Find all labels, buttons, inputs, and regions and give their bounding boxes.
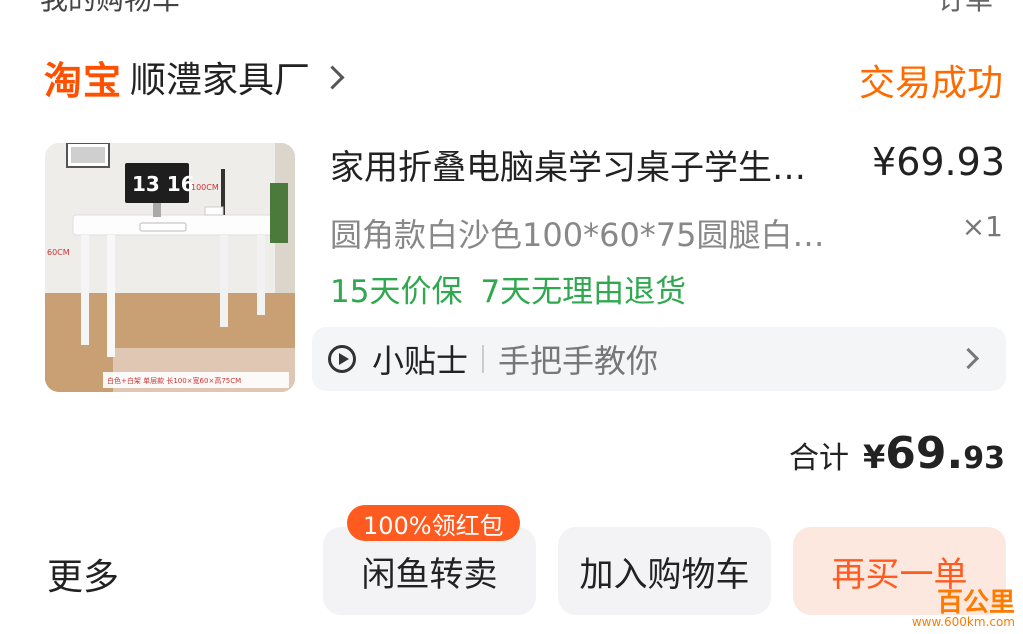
shop-name[interactable]: 顺澧家具厂: [130, 51, 310, 103]
total-decimal: 93: [963, 441, 1005, 476]
desk-illustration: 13 16 100CM 60CM 白色+白架 单层款 长100×宽60×高75C…: [45, 143, 295, 392]
watermark-url: www.600km.com: [911, 615, 1015, 629]
total-label: 合计: [789, 441, 850, 476]
thumb-clock: 13 16: [132, 172, 195, 196]
product-quantity: ×1: [961, 210, 1003, 243]
red-packet-badge: 100%领红包: [347, 505, 520, 541]
tips-bar[interactable]: 小贴士 手把手教你: [312, 327, 1006, 391]
chevron-right-icon: [957, 347, 980, 370]
xianyu-resell-label: 闲鱼转卖: [361, 554, 498, 595]
order-card: 我的购物车 订单 淘宝 顺澧家具厂 交易成功 13 16 100CM: [0, 0, 1023, 634]
total-integer: 69: [885, 428, 947, 479]
add-to-cart-button[interactable]: 加入购物车: [558, 527, 771, 615]
product-title[interactable]: 家用折叠电脑桌学习桌子学生…: [330, 140, 840, 189]
taobao-logo: 淘宝: [44, 58, 123, 103]
chevron-right-icon: [320, 64, 345, 90]
add-to-cart-label: 加入购物车: [579, 554, 750, 595]
watermark: 百公里 www.600km.com: [912, 590, 1015, 628]
play-icon: [328, 345, 356, 373]
price-protect-badge: 15天价保: [330, 274, 463, 310]
tips-subtitle: 手把手教你: [498, 342, 659, 380]
return-badge: 7天无理由退货: [480, 274, 687, 310]
top-cut-right: 订单: [937, 0, 993, 18]
watermark-brand: 百公里: [936, 588, 1015, 618]
top-cut-left: 我的购物车: [40, 0, 180, 18]
total-dot: .: [946, 428, 964, 479]
order-status: 交易成功: [858, 63, 1003, 104]
more-button[interactable]: 更多: [47, 548, 119, 600]
total-currency: ¥: [863, 438, 886, 476]
service-badges: 15天价保 7天无理由退货: [330, 266, 686, 311]
tips-title: 小贴士: [372, 342, 469, 380]
tips-divider: [482, 345, 485, 373]
product-spec: 圆角款白沙色100*60*75圆腿白…: [330, 216, 825, 254]
product-thumbnail[interactable]: 13 16 100CM 60CM 白色+白架 单层款 长100×宽60×高75C…: [45, 143, 295, 392]
top-cut-strip: 我的购物车 订单: [0, 0, 1023, 16]
thumb-caption: 白色+白架 单层款 长100×宽60×高75CM: [107, 376, 241, 385]
shop-header[interactable]: 淘宝 顺澧家具厂: [44, 51, 345, 103]
order-total: 合计 ¥ 69 . 93: [789, 428, 1005, 479]
thumb-dim-width: 100CM: [191, 183, 219, 192]
thumb-dim-depth: 60CM: [47, 248, 70, 257]
product-price: ¥69.93: [872, 140, 1005, 184]
